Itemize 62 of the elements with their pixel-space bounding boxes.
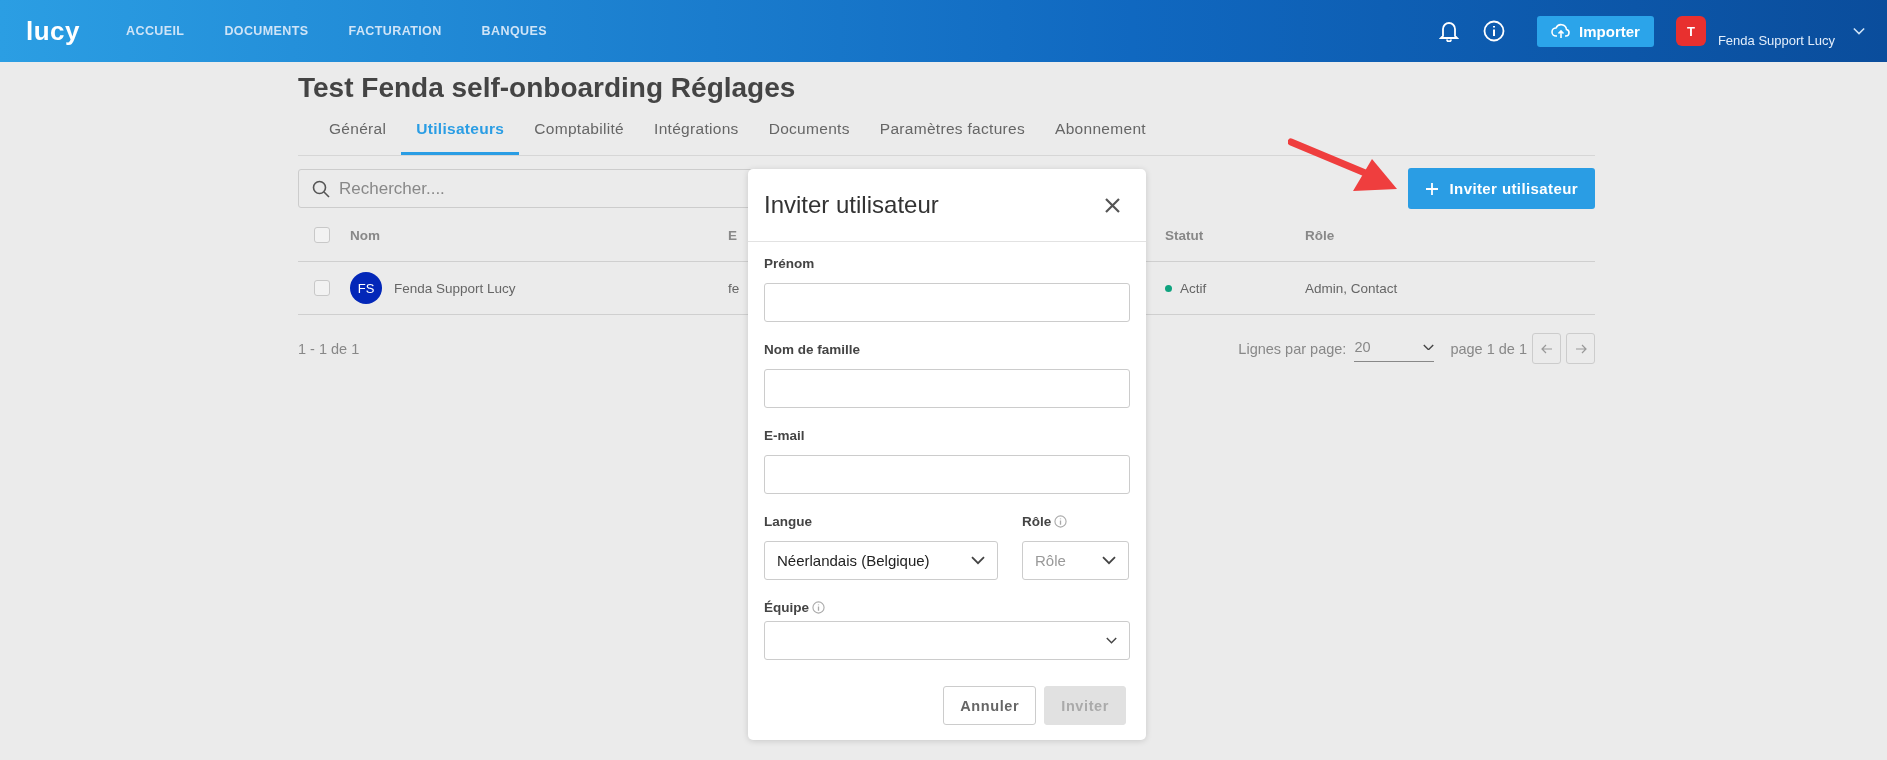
tab[interactable]: Documents — [753, 110, 865, 155]
cloud-upload-icon — [1551, 23, 1572, 39]
field-label: Langue — [764, 514, 812, 529]
invite-user-button[interactable]: Inviter utilisateur — [1407, 168, 1595, 209]
column-header: Nom — [350, 227, 380, 243]
table-cell: Fenda Support Lucy — [394, 280, 516, 296]
chevron-down-icon — [971, 556, 985, 565]
search-icon — [312, 180, 330, 198]
page-title: Test Fenda self-onboarding Réglages — [298, 71, 797, 105]
user-avatar: FS — [350, 272, 382, 304]
table-cell: Actif — [1180, 280, 1207, 296]
bell-icon[interactable] — [1439, 20, 1460, 42]
field-label: Nom de famille — [764, 342, 861, 357]
chevron-down-icon[interactable] — [1853, 27, 1865, 35]
field-label: Prénom — [764, 256, 815, 271]
tab[interactable]: Intégrations — [639, 110, 754, 155]
checkbox[interactable] — [314, 227, 330, 243]
rows-per-page-select[interactable]: 20 — [1354, 335, 1435, 362]
page-info: page 1 de 1 — [1450, 340, 1527, 357]
role-select[interactable]: Rôle — [1022, 541, 1129, 580]
team-select[interactable] — [764, 621, 1130, 660]
field-label: Rôle — [1022, 514, 1052, 529]
tab[interactable]: Général — [314, 110, 402, 155]
tab[interactable]: Abonnement — [1040, 110, 1161, 155]
close-icon — [1105, 197, 1120, 213]
rows-per-page-label: Lignes par page: — [1238, 340, 1347, 357]
column-header: E — [728, 227, 737, 243]
input-field[interactable] — [764, 369, 1130, 408]
chevron-down-icon — [1423, 343, 1435, 351]
column-header: Statut — [1165, 227, 1204, 243]
arrow-left-icon — [1540, 343, 1553, 354]
import-button[interactable]: Importer — [1537, 15, 1654, 47]
info-icon — [1054, 515, 1068, 528]
nav-item[interactable]: FACTURATION — [348, 24, 442, 38]
dialog-button[interactable]: Annuler — [943, 686, 1037, 725]
table-cell: Admin, Contact — [1305, 280, 1398, 296]
logo[interactable]: lucy — [26, 15, 81, 47]
table-cell: fe — [728, 280, 740, 296]
nav-item[interactable]: DOCUMENTS — [224, 24, 309, 38]
checkbox[interactable] — [314, 280, 330, 296]
previous-page-button[interactable] — [1532, 333, 1561, 364]
range-text: 1 - 1 de 1 — [298, 340, 360, 357]
user-name: Fenda Support Lucy — [1717, 31, 1835, 48]
arrow-right-icon — [1574, 343, 1587, 354]
chevron-down-icon — [1102, 556, 1116, 565]
input-field[interactable] — [764, 455, 1130, 494]
input-field[interactable] — [764, 283, 1130, 322]
chevron-down-icon — [1106, 637, 1117, 644]
info-icon — [812, 601, 825, 614]
nav-item[interactable]: ACCUEIL — [126, 24, 185, 38]
tab[interactable]: Comptabilité — [519, 110, 640, 155]
field-label: E-mail — [764, 428, 805, 443]
nav-item[interactable]: BANQUES — [481, 24, 547, 38]
user-avatar[interactable]: T — [1675, 16, 1706, 46]
info-icon[interactable] — [1483, 20, 1506, 42]
tab[interactable]: Paramètres factures — [864, 110, 1040, 155]
next-page-button[interactable] — [1566, 333, 1595, 364]
language-select[interactable]: Néerlandais (Belgique) — [764, 541, 998, 580]
plus-icon — [1425, 182, 1438, 195]
column-header: Rôle — [1305, 227, 1335, 243]
tab[interactable]: Utilisateurs — [401, 110, 520, 155]
field-label: Équipe — [764, 600, 809, 615]
